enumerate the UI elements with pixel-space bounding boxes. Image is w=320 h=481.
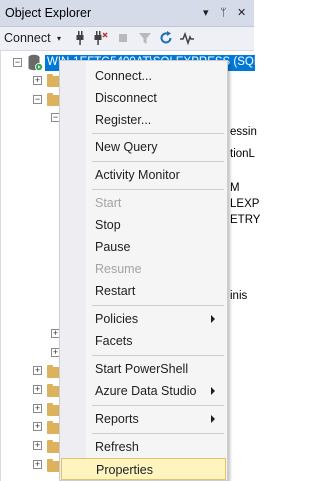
pin-icon[interactable]: ᛘ (220, 6, 227, 20)
close-icon[interactable]: ✕ (237, 6, 246, 20)
stop-icon (119, 34, 127, 42)
menu-separator (92, 189, 224, 190)
menu-item-properties[interactable]: Properties (61, 458, 226, 480)
tree-expand-icon[interactable]: + (33, 385, 42, 394)
tree-item-partial: LEXP (230, 198, 260, 210)
submenu-arrow-icon (211, 387, 215, 395)
menu-separator (92, 433, 224, 434)
window-dropdown-icon[interactable]: ▾ (203, 6, 209, 20)
menu-item-disconnect[interactable]: Disconnect (61, 87, 226, 109)
submenu-arrow-icon (211, 315, 215, 323)
tree-item-partial: ETRY (230, 214, 261, 226)
connect-button[interactable]: Connect (4, 31, 51, 45)
menu-separator (92, 355, 224, 356)
menu-item-new-query[interactable]: New Query (61, 136, 226, 158)
menu-separator (92, 305, 224, 306)
menu-item-activity-monitor[interactable]: Activity Monitor (61, 164, 226, 186)
tree-collapse-icon[interactable]: − (33, 95, 42, 104)
tree-expand-icon[interactable]: + (33, 366, 42, 375)
refresh-icon[interactable] (158, 30, 174, 46)
object-explorer-toolbar: Connect ▾ (0, 27, 254, 51)
disconnect-plug-icon[interactable] (92, 30, 108, 46)
submenu-arrow-icon (211, 415, 215, 423)
tree-expand-icon[interactable]: + (33, 404, 42, 413)
menu-item-refresh[interactable]: Refresh (61, 436, 226, 458)
menu-item-restart[interactable]: Restart (61, 280, 226, 302)
tree-item-partial: essin (230, 126, 257, 138)
tree-expand-icon[interactable]: + (33, 76, 42, 85)
connect-plug-icon[interactable] (72, 30, 88, 46)
server-context-menu: Connect... Disconnect Register... New Qu… (59, 60, 228, 481)
object-explorer-title-bar: Object Explorer ▾ ᛘ ✕ (0, 0, 254, 27)
tree-item-partial: tionL (230, 148, 255, 160)
tree-item-partial: inis (230, 290, 248, 302)
menu-item-facets[interactable]: Facets (61, 330, 226, 352)
menu-item-start: Start (95, 196, 122, 210)
tree-expand-icon[interactable]: + (33, 422, 42, 431)
menu-item-connect[interactable]: Connect... (61, 65, 226, 87)
menu-separator (92, 133, 224, 134)
tree-expand-icon[interactable]: + (33, 441, 42, 450)
menu-item-policies[interactable]: Policies (61, 308, 226, 330)
menu-item-stop[interactable]: Stop (61, 214, 226, 236)
panel-title: Object Explorer (5, 6, 92, 20)
connect-dropdown-icon[interactable]: ▾ (57, 34, 61, 43)
menu-item-reports[interactable]: Reports (61, 408, 226, 430)
menu-separator (92, 161, 224, 162)
server-collapse-icon[interactable]: − (13, 58, 22, 67)
database-server-icon (28, 54, 43, 71)
menu-item-resume: Resume (95, 262, 142, 276)
menu-separator (92, 405, 224, 406)
tree-expand-icon[interactable]: + (33, 460, 42, 469)
tree-item-partial: M (230, 182, 240, 194)
menu-item-register[interactable]: Register... (61, 109, 226, 131)
menu-item-pause[interactable]: Pause (61, 236, 226, 258)
activity-monitor-icon[interactable] (179, 30, 195, 46)
menu-item-azure-data-studio[interactable]: Azure Data Studio (61, 380, 226, 402)
menu-item-start-powershell[interactable]: Start PowerShell (61, 358, 226, 380)
filter-icon (139, 33, 151, 44)
